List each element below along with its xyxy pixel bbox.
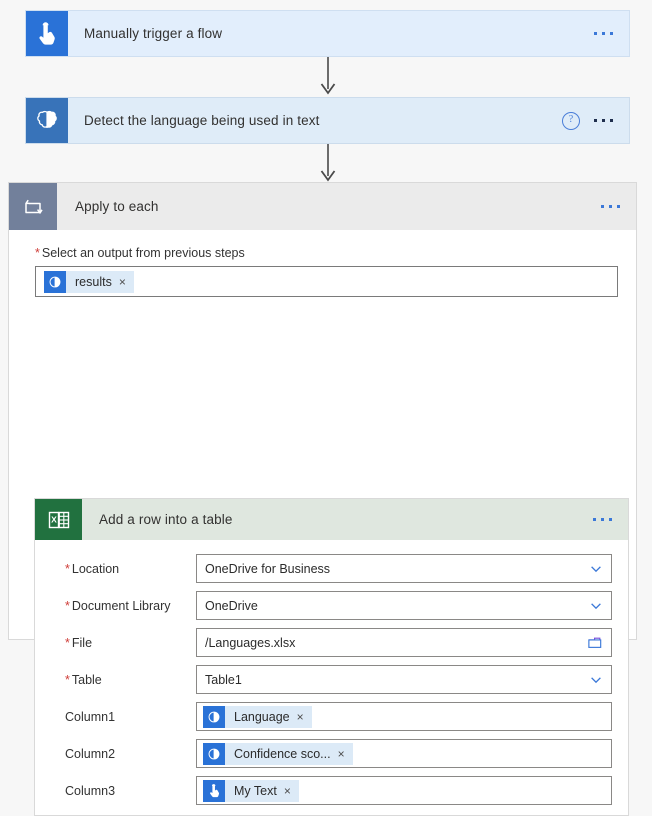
location-dropdown[interactable]: OneDrive for Business: [196, 554, 612, 583]
required-asterisk: *: [65, 598, 70, 613]
column1-input[interactable]: Language ×: [196, 702, 612, 731]
brain-icon: [26, 98, 68, 143]
token-label: results: [75, 274, 112, 289]
form-row-file: * File /Languages.xlsx: [51, 624, 612, 661]
output-field-label: * Select an output from previous steps: [35, 246, 245, 260]
form-row-document-library: * Document Library OneDrive: [51, 587, 612, 624]
flow-card-title: Apply to each: [75, 199, 159, 214]
table-dropdown[interactable]: Table1: [196, 665, 612, 694]
loop-icon: [9, 183, 57, 230]
close-icon[interactable]: ×: [297, 711, 312, 723]
close-icon[interactable]: ×: [119, 276, 134, 288]
file-value: /Languages.xlsx: [205, 635, 296, 650]
document-library-value: OneDrive: [205, 598, 258, 613]
apply-to-each-body: * Select an output from previous steps re…: [9, 246, 636, 816]
flow-card-add-row-into-table[interactable]: X Add a row into a table * Location OneD…: [34, 498, 629, 816]
flow-card-actions: [599, 183, 636, 230]
required-asterisk: *: [65, 672, 70, 687]
svg-text:X: X: [51, 514, 57, 524]
flow-card-detect-language[interactable]: Detect the language being used in text ?: [25, 97, 630, 144]
column3-input[interactable]: My Text ×: [196, 776, 612, 805]
token-label: Confidence sco...: [234, 746, 331, 761]
flow-card-title: Detect the language being used in text: [84, 113, 320, 128]
chevron-down-icon: [591, 602, 601, 609]
field-label-column3: Column3: [65, 783, 116, 798]
location-value: OneDrive for Business: [205, 561, 331, 576]
form-row-column3: Column3 My Text ×: [51, 772, 612, 809]
field-label-table: * Table: [65, 672, 102, 687]
file-input[interactable]: /Languages.xlsx: [196, 628, 612, 657]
help-icon[interactable]: ?: [562, 111, 580, 130]
form-row-location: * Location OneDrive for Business: [51, 550, 612, 587]
hand-tap-icon: [203, 779, 225, 802]
close-icon[interactable]: ×: [338, 748, 353, 760]
form-row-column2: Column2 Confidence sco... ×: [51, 735, 612, 772]
flow-card-title: Manually trigger a flow: [84, 26, 223, 41]
connector-arrow: [320, 144, 336, 182]
add-row-form: * Location OneDrive for Business * Documen…: [35, 540, 628, 809]
add-row-header[interactable]: X Add a row into a table: [35, 499, 628, 540]
more-commands-icon[interactable]: [591, 514, 614, 525]
required-asterisk: *: [65, 561, 70, 576]
field-label-column1: Column1: [65, 709, 116, 724]
connector-arrow: [320, 57, 336, 95]
hand-tap-icon: [26, 11, 68, 56]
token-chip-my-text[interactable]: My Text ×: [203, 779, 299, 802]
field-label-document-library: * Document Library: [65, 598, 171, 613]
chevron-down-icon: [591, 676, 601, 683]
flow-card-apply-to-each[interactable]: Apply to each * Select an output from pre…: [8, 182, 637, 816]
document-library-dropdown[interactable]: OneDrive: [196, 591, 612, 620]
form-row-table: * Table Table1: [51, 661, 612, 698]
apply-to-each-header[interactable]: Apply to each: [9, 183, 636, 230]
flow-card-actions: ?: [562, 98, 629, 143]
flow-card-title: Add a row into a table: [99, 512, 233, 527]
flow-designer-canvas: Manually trigger a flow Detect the langu…: [0, 0, 652, 816]
field-label-column2: Column2: [65, 746, 116, 761]
form-row-column1: Column1 Language ×: [51, 698, 612, 735]
token-label: Language: [234, 709, 290, 724]
required-asterisk: *: [65, 635, 70, 650]
brain-icon: [203, 705, 225, 728]
token-label: My Text: [234, 783, 277, 798]
close-icon[interactable]: ×: [284, 785, 299, 797]
required-asterisk: *: [35, 246, 40, 260]
folder-icon[interactable]: [587, 636, 603, 650]
brain-icon: [44, 270, 66, 293]
select-output-input[interactable]: results ×: [35, 266, 618, 297]
table-value: Table1: [205, 672, 242, 687]
flow-card-manual-trigger[interactable]: Manually trigger a flow: [25, 10, 630, 57]
field-label-location: * Location: [65, 561, 120, 576]
more-commands-icon[interactable]: [592, 28, 615, 39]
more-commands-icon[interactable]: [592, 115, 615, 126]
token-chip-language[interactable]: Language ×: [203, 705, 312, 728]
brain-icon: [203, 742, 225, 765]
excel-icon: X: [35, 499, 82, 540]
more-commands-icon[interactable]: [599, 201, 622, 212]
field-label-file: * File: [65, 635, 93, 650]
token-chip-confidence-score[interactable]: Confidence sco... ×: [203, 742, 353, 765]
column2-input[interactable]: Confidence sco... ×: [196, 739, 612, 768]
token-chip-results[interactable]: results ×: [44, 270, 134, 293]
chevron-down-icon: [591, 565, 601, 572]
flow-card-actions: [592, 11, 629, 56]
flow-card-actions: [591, 499, 628, 540]
